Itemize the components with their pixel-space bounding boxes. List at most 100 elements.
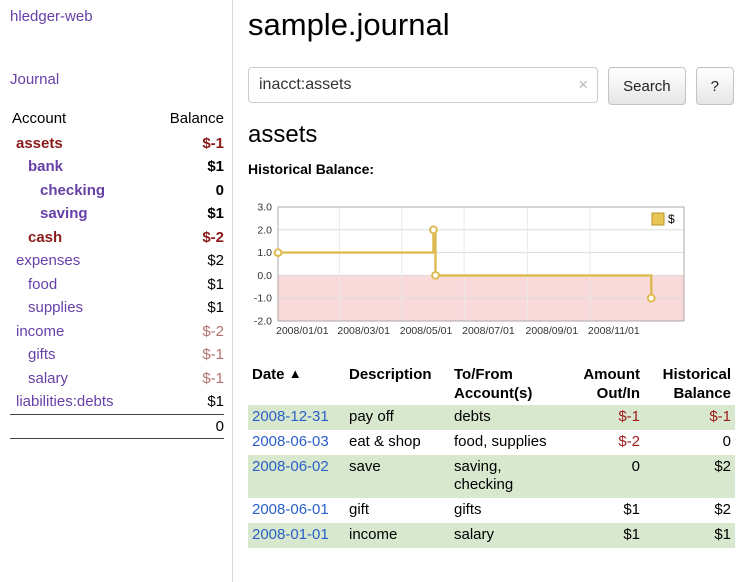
account-balance: $-1 (202, 346, 224, 365)
search-bar: × Search ? (248, 67, 734, 105)
accounts-panel: Account Balance assets$-1bank$1checking0… (10, 108, 224, 439)
svg-text:2008/01/01: 2008/01/01 (276, 325, 329, 337)
app-title-link[interactable]: hledger-web (10, 8, 224, 25)
account-row: assets $-1 (10, 132, 224, 156)
account-link[interactable]: assets (10, 135, 63, 154)
account-row: liabilities:debts $1 (10, 391, 224, 415)
cell-description: gift (345, 498, 450, 523)
legend-label: $ (668, 212, 675, 226)
account-balance: $-2 (202, 323, 224, 342)
help-button[interactable]: ? (696, 67, 734, 105)
cell-date: 2008-06-01 (248, 498, 345, 523)
cell-accounts: saving, checking (450, 455, 562, 498)
cell-accounts: salary (450, 523, 562, 548)
svg-text:2008/05/01: 2008/05/01 (400, 325, 453, 337)
cell-amount: $1 (562, 523, 644, 548)
svg-text:3.0: 3.0 (257, 201, 272, 213)
account-balance: $1 (207, 299, 224, 318)
svg-text:2008/03/01: 2008/03/01 (337, 325, 390, 337)
cell-amount: $1 (562, 498, 644, 523)
account-balance: $2 (207, 252, 224, 271)
transaction-date-link[interactable]: 2008-06-01 (252, 501, 329, 518)
cell-accounts: food, supplies (450, 430, 562, 455)
account-balance: 0 (216, 182, 224, 201)
cell-date: 2008-06-02 (248, 455, 345, 498)
header-date[interactable]: Date ▲ (248, 363, 345, 405)
chart-marker (432, 272, 439, 279)
account-balance: $1 (207, 276, 224, 295)
register-row: 2008-06-01giftgifts$1$2 (248, 498, 735, 523)
cell-balance: $2 (644, 498, 735, 523)
accounts-header: Account Balance (10, 108, 224, 132)
account-link[interactable]: saving (10, 205, 88, 224)
svg-text:2008/11/01: 2008/11/01 (588, 325, 640, 337)
transaction-date-link[interactable]: 2008-01-01 (252, 526, 329, 543)
account-link[interactable]: cash (10, 229, 62, 248)
transaction-date-link[interactable]: 2008-06-03 (252, 433, 329, 450)
svg-text:2008/09/01: 2008/09/01 (526, 325, 579, 337)
account-balance: $-2 (202, 229, 224, 248)
account-link[interactable]: gifts (10, 346, 56, 365)
account-row: expenses $2 (10, 250, 224, 274)
register-table: Date ▲ Description To/From Account(s) Am… (248, 363, 735, 548)
chart-marker (275, 249, 282, 256)
cell-balance: 0 (644, 430, 735, 455)
sort-ascending-icon: ▲ (289, 366, 302, 381)
register-row: 2008-12-31pay offdebts$-1$-1 (248, 405, 735, 430)
cell-description: pay off (345, 405, 450, 430)
cell-description: save (345, 455, 450, 498)
account-heading: assets (248, 121, 734, 149)
account-link[interactable]: expenses (10, 252, 80, 271)
register-row: 2008-01-01incomesalary$1$1 (248, 523, 735, 548)
page-title: sample.journal (248, 6, 734, 43)
cell-accounts: debts (450, 405, 562, 430)
cell-description: income (345, 523, 450, 548)
accounts-total: 0 (10, 414, 224, 439)
header-amount: Amount Out/In (562, 363, 644, 405)
account-row: checking 0 (10, 179, 224, 203)
journal-nav-link[interactable]: Journal (10, 71, 224, 88)
account-balance: $1 (207, 205, 224, 224)
account-row: salary$-1 (10, 367, 224, 391)
account-balance: $-1 (202, 135, 224, 154)
account-link[interactable]: bank (10, 158, 63, 177)
cell-description: eat & shop (345, 430, 450, 455)
account-row: saving $1 (10, 203, 224, 227)
search-box: × (248, 67, 598, 105)
account-link[interactable]: supplies (10, 299, 83, 318)
account-rows: assets$-1bank$1checking0saving$1cash$-2e… (10, 132, 224, 414)
account-link[interactable]: income (10, 323, 64, 342)
accounts-header-account: Account (12, 110, 66, 127)
clear-search-icon[interactable]: × (578, 75, 588, 95)
cell-amount: $-1 (562, 405, 644, 430)
main-content: sample.journal × Search ? assets Histori… (234, 0, 742, 582)
header-description: Description (345, 363, 450, 405)
cell-balance: $1 (644, 523, 735, 548)
register-header-row: Date ▲ Description To/From Account(s) Am… (248, 363, 735, 405)
account-link[interactable]: salary (10, 370, 68, 389)
transaction-date-link[interactable]: 2008-12-31 (252, 408, 329, 425)
chart-marker (648, 295, 655, 302)
historical-balance-chart: 3.02.01.00.0-1.0-2.02008/01/012008/03/01… (248, 189, 696, 339)
cell-balance: $2 (644, 455, 735, 498)
cell-date: 2008-01-01 (248, 523, 345, 548)
transaction-date-link[interactable]: 2008-06-02 (252, 458, 329, 475)
search-input[interactable] (248, 67, 598, 103)
svg-text:0.0: 0.0 (257, 270, 272, 282)
chart-marker (430, 226, 437, 233)
header-accounts: To/From Account(s) (450, 363, 562, 405)
accounts-header-balance: Balance (170, 110, 224, 127)
account-link[interactable]: food (10, 276, 57, 295)
svg-text:-1.0: -1.0 (254, 292, 272, 304)
account-row: bank$1 (10, 156, 224, 180)
cell-date: 2008-06-03 (248, 430, 345, 455)
account-balance: $1 (207, 393, 224, 412)
account-link[interactable]: liabilities:debts (10, 393, 114, 412)
account-link[interactable]: checking (10, 182, 105, 201)
account-row: cash $-2 (10, 226, 224, 250)
account-row: food $1 (10, 273, 224, 297)
cell-amount: 0 (562, 455, 644, 498)
account-row: gifts $-1 (10, 344, 224, 368)
svg-text:-2.0: -2.0 (254, 315, 272, 327)
search-button[interactable]: Search (608, 67, 686, 105)
